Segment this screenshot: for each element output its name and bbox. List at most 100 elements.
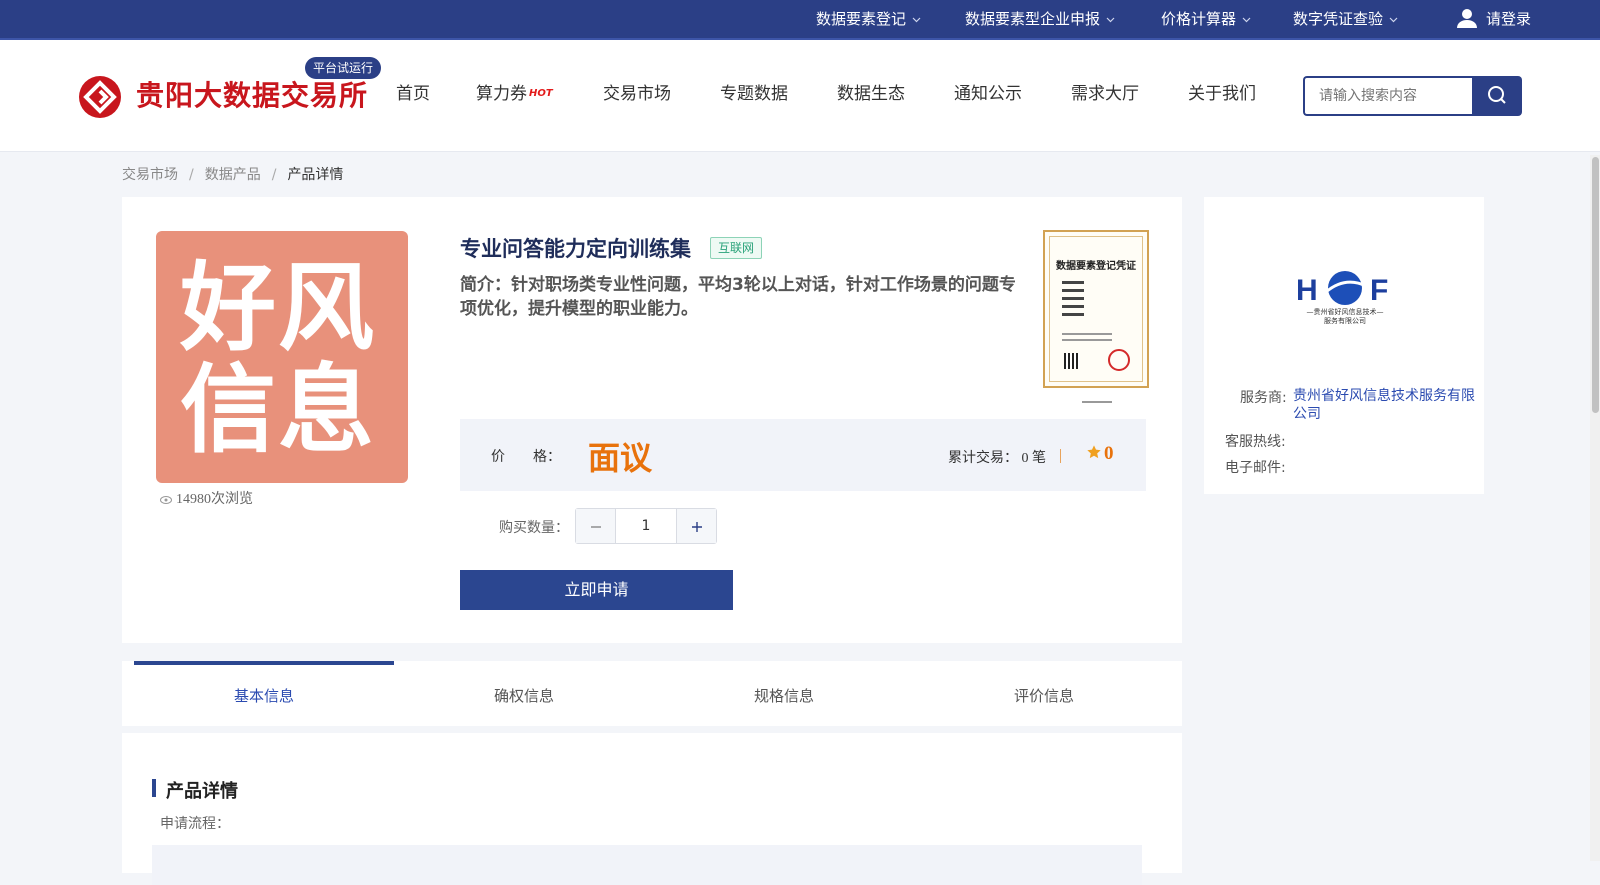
- search-button[interactable]: [1472, 76, 1522, 116]
- nav-ecosystem[interactable]: 数据生态: [837, 82, 905, 106]
- application-process-box: [152, 845, 1142, 885]
- nav-compute-voucher[interactable]: 算力券 HOT: [476, 82, 553, 106]
- price-value: 面议: [588, 439, 653, 477]
- topbar-item-label: 数据要素型企业申报: [965, 10, 1101, 28]
- nav-demand-hall[interactable]: 需求大厅: [1071, 82, 1139, 106]
- user-icon: [1457, 8, 1477, 28]
- nav-home[interactable]: 首页: [396, 82, 430, 106]
- nav-about-us[interactable]: 关于我们: [1188, 82, 1256, 106]
- eye-icon: [160, 495, 172, 504]
- top-utility-bar: 数据要素登记 数据要素型企业申报 价格计算器 数字凭证查验 请登录: [0, 0, 1600, 40]
- svg-text:H: H: [1296, 274, 1318, 307]
- provider-logo: H F —贵州省好风信息技术— 服务有限公司: [1296, 271, 1388, 325]
- certificate-text-line: [1062, 305, 1084, 308]
- product-details-section: 产品详情 申请流程：: [122, 733, 1182, 885]
- topbar-item-data-registration[interactable]: 数据要素登记: [816, 0, 921, 38]
- trial-run-badge: 平台试运行: [305, 57, 382, 79]
- price-panel: 价 格： 面议 累计交易： 0 笔 0: [460, 419, 1146, 491]
- breadcrumb-data-products[interactable]: 数据产品: [205, 167, 261, 183]
- nav-market[interactable]: 交易市场: [603, 82, 671, 106]
- certificate-title: 数据要素登记凭证: [1056, 261, 1136, 272]
- decrease-quantity-button[interactable]: [576, 509, 616, 543]
- carousel-indicator[interactable]: [1082, 401, 1112, 403]
- topbar-item-label: 数字凭证查验: [1293, 10, 1384, 28]
- trade-value: 0: [1021, 451, 1029, 466]
- minus-icon: [590, 525, 601, 528]
- product-title: 专业问答能力定向训练集: [460, 237, 691, 261]
- quantity-label: 购买数量：: [499, 520, 569, 536]
- detail-tabs: 基本信息 确权信息 规格信息 评价信息: [122, 661, 1182, 726]
- topbar-item-price-calculator[interactable]: 价格计算器: [1161, 0, 1251, 38]
- view-count-text: 14980次浏览: [176, 492, 253, 507]
- breadcrumb: 交易市场 / 数据产品 / 产品详情: [122, 164, 343, 184]
- nav-label: 算力券: [476, 84, 527, 104]
- rating: 0: [1086, 443, 1114, 465]
- login-link[interactable]: 请登录: [1456, 0, 1531, 38]
- page-scrollbar[interactable]: [1590, 155, 1600, 861]
- provider-label: 服务商:: [1240, 390, 1287, 406]
- product-image-text: 好风 信息: [180, 252, 376, 466]
- apply-now-button[interactable]: 立即申请: [460, 570, 733, 610]
- exchange-logo-text[interactable]: 贵阳大数据交易所: [136, 74, 368, 114]
- trade-label: 累计交易：: [948, 451, 1018, 466]
- search-input[interactable]: [1305, 78, 1477, 114]
- certificate-seal: [1108, 349, 1130, 371]
- tab-rights-info[interactable]: 确权信息: [394, 661, 654, 726]
- login-label: 请登录: [1486, 10, 1532, 28]
- category-tag: 互联网: [710, 237, 763, 259]
- star-icon: [1087, 445, 1101, 459]
- section-title: 产品详情: [166, 781, 238, 802]
- quantity-stepper: 1: [575, 508, 717, 544]
- application-process-label: 申请流程：: [160, 816, 230, 832]
- product-intro: 简介：针对职场类专业性问题，平均3轮以上对话，针对工作场景的问题专项优化，提升模…: [460, 275, 1016, 319]
- search-field[interactable]: [1303, 76, 1477, 116]
- tab-basic-info[interactable]: 基本信息: [134, 661, 394, 726]
- certificate-text-line: [1062, 281, 1084, 284]
- certificate-text-line: [1062, 297, 1084, 300]
- email-label: 电子邮件:: [1225, 460, 1286, 476]
- chevron-down-icon: [1106, 17, 1115, 22]
- search-icon: [1488, 86, 1506, 104]
- plus-icon: [691, 521, 702, 532]
- chevron-down-icon: [1389, 17, 1398, 22]
- trade-count: 累计交易： 0 笔: [948, 447, 1046, 467]
- certificate-text-line: [1062, 333, 1112, 335]
- chevron-down-icon: [912, 17, 921, 22]
- certificate-frame: 数据要素登记凭证: [1049, 236, 1143, 382]
- rating-value: 0: [1104, 443, 1114, 464]
- price-label: 价 格：: [491, 449, 561, 465]
- scrollbar-thumb[interactable]: [1592, 157, 1599, 413]
- provider-logo-caption: —贵州省好风信息技术—: [1307, 307, 1384, 316]
- certificate-text-line: [1062, 339, 1112, 341]
- certificate-qr-code: [1064, 353, 1080, 369]
- product-image: 好风 信息: [156, 231, 408, 483]
- breadcrumb-separator: /: [271, 167, 277, 183]
- breadcrumb-current: 产品详情: [287, 167, 344, 183]
- hotline-label: 客服热线:: [1225, 434, 1286, 450]
- nav-topic-data[interactable]: 专题数据: [720, 82, 788, 106]
- svg-text:F: F: [1370, 274, 1388, 307]
- quantity-input[interactable]: 1: [617, 509, 675, 543]
- breadcrumb-market[interactable]: 交易市场: [122, 167, 178, 183]
- divider: [1060, 449, 1061, 463]
- nav-notices[interactable]: 通知公示: [954, 82, 1022, 106]
- certificate-text-line: [1062, 289, 1084, 292]
- registration-certificate[interactable]: 数据要素登记凭证: [1043, 230, 1149, 388]
- topbar-item-enterprise-apply[interactable]: 数据要素型企业申报: [965, 0, 1115, 38]
- tab-spec-info[interactable]: 规格信息: [654, 661, 914, 726]
- main-header: 贵阳大数据交易所 平台试运行 首页 算力券 HOT 交易市场 专题数据 数据生态 …: [0, 40, 1600, 152]
- certificate-text-line: [1062, 313, 1084, 316]
- view-count: 14980次浏览: [160, 488, 253, 508]
- increase-quantity-button[interactable]: [676, 509, 716, 543]
- topbar-item-certificate-check[interactable]: 数字凭证查验: [1293, 0, 1398, 38]
- chevron-down-icon: [1242, 17, 1251, 22]
- exchange-logo-icon[interactable]: [79, 76, 121, 118]
- tab-review-info[interactable]: 评价信息: [914, 661, 1174, 726]
- provider-name-link[interactable]: 贵州省好风信息技术服务有限公司: [1293, 387, 1483, 423]
- provider-logo-caption: 服务有限公司: [1324, 316, 1366, 325]
- trade-unit: 笔: [1032, 451, 1046, 466]
- topbar-item-label: 数据要素登记: [816, 10, 907, 28]
- hot-badge: HOT: [529, 88, 553, 99]
- breadcrumb-separator: /: [189, 167, 194, 183]
- section-marker: [152, 779, 156, 797]
